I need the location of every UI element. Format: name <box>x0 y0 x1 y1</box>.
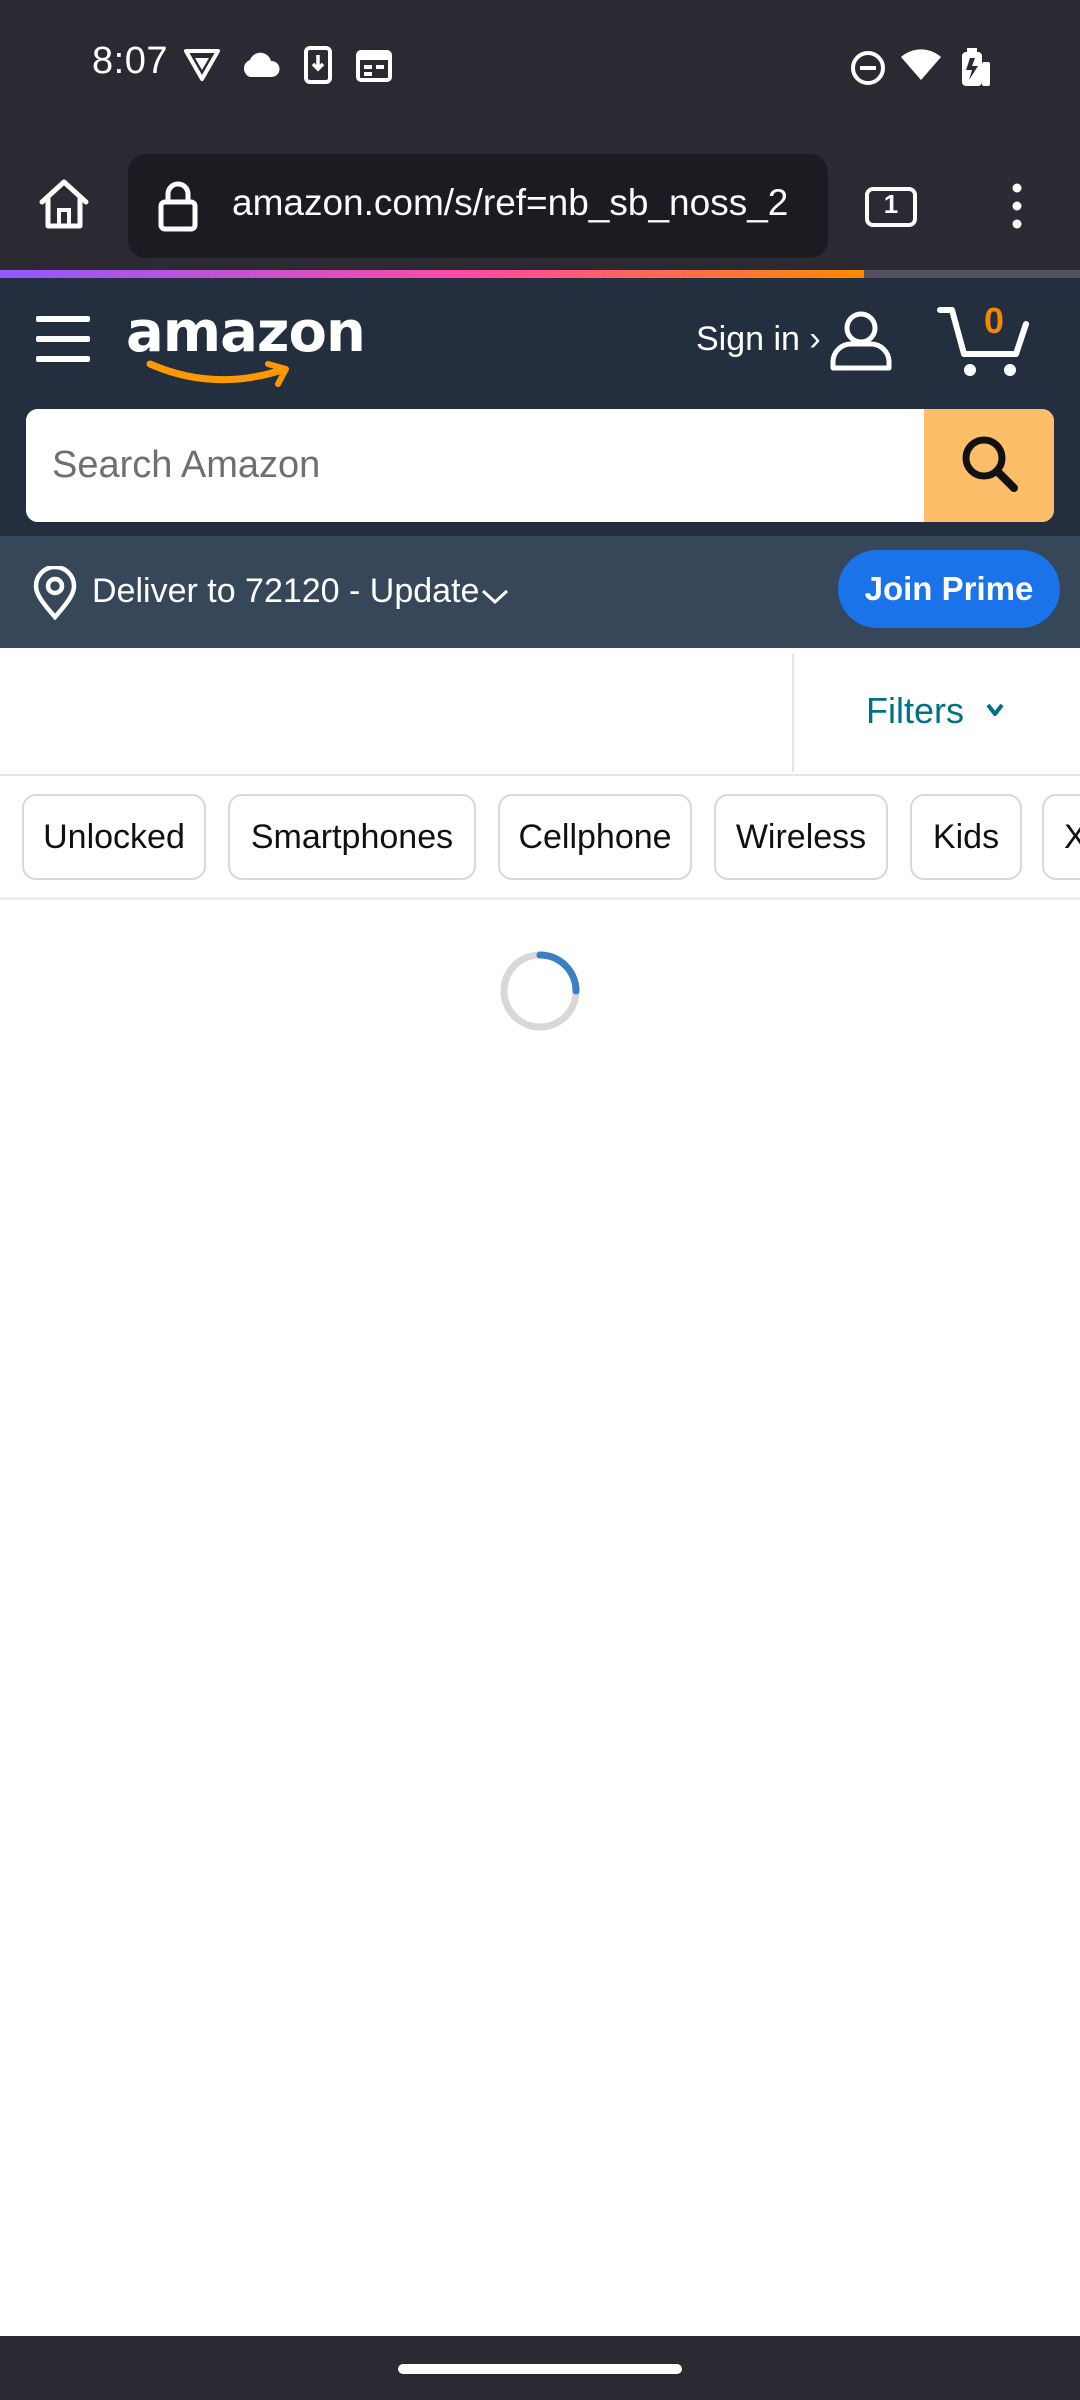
account-icon[interactable] <box>828 310 894 377</box>
status-bar: 8:07 <box>0 0 1080 136</box>
system-nav-bar <box>0 2336 1080 2400</box>
wifi-icon <box>900 48 942 82</box>
deliver-to-link[interactable]: Deliver to 72120 - Update <box>92 572 479 611</box>
calendar-icon <box>356 50 392 82</box>
do-not-disturb-icon <box>850 50 886 86</box>
browser-toolbar: amazon.com/s/ref=nb_sb_noss_2 1 <box>0 136 1080 272</box>
refinement-chips: Unlocked Smartphones Cellphone Wireless … <box>0 778 1080 900</box>
chip-unlocked[interactable]: Unlocked <box>22 794 206 880</box>
search-bar <box>26 409 1054 522</box>
status-time: 8:07 <box>92 40 168 82</box>
page-load-progress <box>0 270 1080 278</box>
cart-icon[interactable] <box>936 302 1030 385</box>
join-prime-button[interactable]: Join Prime <box>838 550 1060 628</box>
delivery-bar: Deliver to 72120 - Update Join Prime <box>0 536 1080 648</box>
url-bar[interactable]: amazon.com/s/ref=nb_sb_noss_2 <box>128 154 828 258</box>
more-options-icon[interactable] <box>1010 182 1024 235</box>
search-input[interactable] <box>26 409 926 522</box>
hamburger-menu-icon[interactable] <box>36 314 90 369</box>
search-submit-button[interactable] <box>924 409 1054 522</box>
search-icon <box>958 432 1020 499</box>
filters-row: Filters <box>0 648 1080 776</box>
page-load-progress-fill <box>0 270 864 278</box>
home-icon[interactable] <box>36 176 92 237</box>
tab-count: 1 <box>883 189 899 219</box>
vpn-shield-icon <box>184 48 220 82</box>
amazon-smile-icon <box>146 360 289 387</box>
amazon-logo-text: amazon <box>126 300 366 365</box>
chip-wireless[interactable]: Wireless <box>714 794 888 880</box>
chip-cellphone[interactable]: Cellphone <box>498 794 692 880</box>
url-text[interactable]: amazon.com/s/ref=nb_sb_noss_2 <box>232 182 822 232</box>
cloud-icon <box>240 52 280 78</box>
lock-icon[interactable] <box>156 180 200 237</box>
amazon-header: amazon Sign in › 0 <box>0 278 1080 536</box>
amazon-nav: amazon Sign in › 0 <box>0 278 1080 408</box>
phone-download-icon <box>304 46 332 84</box>
chip-kids[interactable]: Kids <box>910 794 1022 880</box>
amazon-logo[interactable]: amazon <box>126 300 366 390</box>
home-gesture-handle[interactable] <box>398 2364 682 2374</box>
chip-smartphones[interactable]: Smartphones <box>228 794 476 880</box>
loading-spinner-icon <box>497 948 583 1039</box>
filters-button[interactable]: Filters <box>866 690 964 732</box>
chip-x[interactable]: X <box>1042 794 1080 880</box>
battery-icon <box>956 46 992 88</box>
filters-divider <box>792 654 794 772</box>
location-pin-icon[interactable] <box>32 564 78 625</box>
tab-counter-button[interactable]: 1 <box>864 186 918 233</box>
cart-count-badge: 0 <box>984 300 1005 341</box>
chevron-down-icon[interactable] <box>480 588 510 611</box>
sign-in-link[interactable]: Sign in › <box>696 320 821 359</box>
caret-down-icon[interactable] <box>984 702 1006 723</box>
